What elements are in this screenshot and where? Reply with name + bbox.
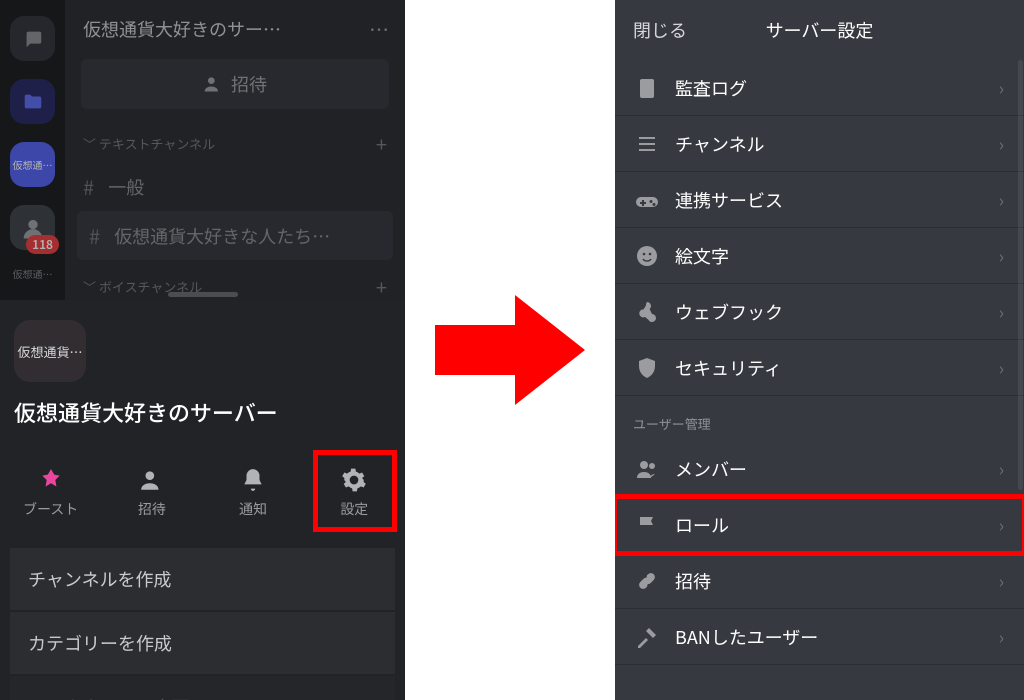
close-button[interactable]: 閉じる xyxy=(633,17,687,43)
hammer-icon xyxy=(635,625,659,649)
server-name: 仮想通貨大好きのサー… xyxy=(83,16,361,42)
guild-other-label: 仮想通… xyxy=(13,268,53,279)
guild-other[interactable]: 118 xyxy=(10,205,55,250)
channel-long-label: 仮想通貨大好きな人たち… xyxy=(114,223,330,249)
guild-dm-icon[interactable] xyxy=(10,16,55,61)
chevron-right-icon: › xyxy=(999,355,1004,381)
server-drawer: 仮想通貨… 仮想通貨大好きのサーバー ブースト 招待 通知 設定 xyxy=(0,300,405,700)
drawer-handle[interactable] xyxy=(168,292,238,297)
tab-invite[interactable]: 招待 xyxy=(112,467,192,519)
channel-list: 仮想通貨大好きのサー… ⋯ 招待 ﹀ テキストチャンネル + # 一般 # 仮想… xyxy=(65,0,405,300)
chevron-right-icon: › xyxy=(999,131,1004,157)
add-channel-icon[interactable]: + xyxy=(376,129,387,158)
members-icon xyxy=(635,457,659,481)
settings-row-channels[interactable]: チャンネル › xyxy=(615,116,1024,172)
hash-icon: # xyxy=(89,221,100,250)
add-voice-icon[interactable]: + xyxy=(376,272,387,301)
server-header[interactable]: 仮想通貨大好きのサー… ⋯ xyxy=(65,0,405,51)
text-category-label: ﹀ テキストチャンネル xyxy=(83,134,215,153)
tab-boost[interactable]: ブースト xyxy=(11,467,91,519)
drawer-action-list: チャンネルを作成 カテゴリーを作成 ニックネームの変更 xyxy=(10,548,395,700)
arrow-icon xyxy=(435,295,585,405)
tab-notify[interactable]: 通知 xyxy=(213,467,293,519)
chevron-right-icon: › xyxy=(999,299,1004,325)
settings-row-bans[interactable]: BANしたユーザー › xyxy=(615,609,1024,665)
guild-rail: 仮想通… 118 仮想通… xyxy=(0,0,65,300)
drawer-server-name: 仮想通貨大好きのサーバー xyxy=(14,396,278,428)
tab-invite-label: 招待 xyxy=(138,499,166,519)
panel-server-settings: 閉じる サーバー設定 監査ログ › チャンネル › 連携サービス › 絵文字 ›… xyxy=(615,0,1024,700)
chevron-right-icon: › xyxy=(999,568,1004,594)
chevron-right-icon: › xyxy=(999,75,1004,101)
invite-button[interactable]: 招待 xyxy=(81,59,389,109)
chevron-right-icon: › xyxy=(999,624,1004,650)
shield-icon xyxy=(635,356,659,380)
section-user-mgmt: ユーザー管理 xyxy=(615,396,1024,441)
chevron-right-icon: › xyxy=(999,187,1004,213)
action-create-category[interactable]: カテゴリーを作成 xyxy=(10,612,395,674)
emoji-icon xyxy=(635,244,659,268)
guild-current-label: 仮想通… xyxy=(13,157,53,172)
tab-notify-label: 通知 xyxy=(239,499,267,519)
settings-row-audit-log[interactable]: 監査ログ › xyxy=(615,60,1024,116)
unread-badge: 118 xyxy=(26,235,59,254)
guild-current[interactable]: 仮想通… xyxy=(10,142,55,187)
channel-general[interactable]: # 一般 xyxy=(65,162,405,211)
settings-row-roles[interactable]: ロール › xyxy=(615,497,1024,553)
action-change-nickname[interactable]: ニックネームの変更 xyxy=(10,676,395,700)
hash-icon: # xyxy=(83,172,94,201)
controller-icon xyxy=(635,188,659,212)
more-icon[interactable]: ⋯ xyxy=(361,14,389,43)
channel-general-label: 一般 xyxy=(108,174,144,200)
action-create-channel[interactable]: チャンネルを作成 xyxy=(10,548,395,610)
settings-row-security[interactable]: セキュリティ › xyxy=(615,340,1024,396)
clipboard-icon xyxy=(635,76,659,100)
panel-server-menu: 仮想通… 118 仮想通… 仮想通貨大好きのサー… ⋯ 招待 ﹀ テキストチャン… xyxy=(0,0,405,700)
settings-row-invites[interactable]: 招待 › xyxy=(615,553,1024,609)
settings-row-emoji[interactable]: 絵文字 › xyxy=(615,228,1024,284)
server-chip[interactable]: 仮想通貨… xyxy=(14,320,86,382)
flag-icon xyxy=(635,513,659,537)
settings-row-webhooks[interactable]: ウェブフック › xyxy=(615,284,1024,340)
scrollbar[interactable] xyxy=(1018,60,1023,490)
settings-row-members[interactable]: メンバー › xyxy=(615,441,1024,497)
list-icon xyxy=(635,132,659,156)
text-category[interactable]: ﹀ テキストチャンネル + xyxy=(65,117,405,162)
chevron-right-icon: › xyxy=(999,512,1004,538)
guild-folder-icon[interactable] xyxy=(10,79,55,124)
invite-button-label: 招待 xyxy=(231,71,267,97)
voice-category[interactable]: ﹀ ボイスチャンネル + xyxy=(65,260,405,305)
link-icon xyxy=(635,569,659,593)
chevron-right-icon: › xyxy=(999,456,1004,482)
chevron-right-icon: › xyxy=(999,243,1004,269)
settings-row-integrations[interactable]: 連携サービス › xyxy=(615,172,1024,228)
settings-header: 閉じる サーバー設定 xyxy=(615,0,1024,60)
tab-boost-label: ブースト xyxy=(23,499,78,519)
channel-long[interactable]: # 仮想通貨大好きな人たち… xyxy=(77,211,393,260)
webhook-icon xyxy=(635,300,659,324)
highlight-settings xyxy=(313,450,397,532)
